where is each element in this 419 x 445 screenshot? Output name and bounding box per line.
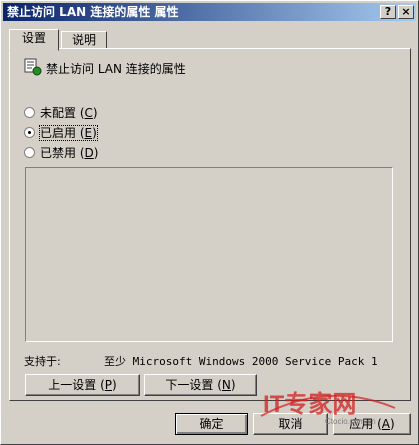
supported-value: 至少 Microsoft Windows 2000 Service Pack 1: [104, 355, 378, 368]
radio-circle-selected: [24, 127, 35, 138]
tab-settings[interactable]: 设置: [9, 29, 59, 51]
help-button[interactable]: ?: [380, 5, 396, 19]
apply-label: 应用: [349, 417, 374, 431]
settings-panel: 禁止访问 LAN 连接的属性 未配置 (C) 已启用 (E) 已禁用 (D) 支…: [9, 48, 411, 401]
tab-explain[interactable]: 说明: [61, 31, 107, 49]
cancel-button[interactable]: 取消: [253, 413, 328, 435]
radio-accel: E: [84, 126, 93, 140]
window-title: 禁止访问 LAN 连接的属性 属性: [7, 5, 179, 19]
radio-circle: [24, 107, 35, 118]
apply-button[interactable]: 应用 (A): [333, 413, 411, 435]
tab-settings-label: 设置: [21, 31, 46, 45]
radio-label: 已启用: [40, 126, 77, 140]
next-accel: N: [221, 378, 231, 392]
properties-dialog: 禁止访问 LAN 连接的属性 属性 ? × 设置 说明 禁止访问 LAN 连接的…: [0, 0, 419, 445]
apply-accel: A: [381, 417, 391, 431]
supported-label: 支持于:: [24, 355, 61, 368]
ok-button[interactable]: 确定: [175, 413, 248, 435]
policy-setting-icon: [24, 58, 42, 76]
supported-on: 支持于: 至少 Microsoft Windows 2000 Service P…: [24, 353, 378, 369]
radio-accel: C: [84, 106, 93, 120]
radio-disabled[interactable]: 已禁用 (D): [24, 145, 98, 161]
cancel-label: 取消: [278, 417, 303, 431]
radio-circle: [24, 147, 35, 158]
previous-accel: P: [104, 378, 113, 392]
radio-not-configured[interactable]: 未配置 (C): [24, 105, 98, 121]
close-button[interactable]: ×: [398, 5, 414, 19]
radio-accel: D: [84, 146, 94, 160]
options-area: [25, 167, 393, 342]
next-setting-button[interactable]: 下一设置 (N): [144, 374, 257, 396]
tab-explain-label: 说明: [71, 33, 96, 47]
previous-setting-label: 上一设置: [48, 378, 97, 392]
previous-setting-button[interactable]: 上一设置 (P): [25, 374, 140, 396]
policy-name: 禁止访问 LAN 连接的属性: [46, 62, 186, 76]
title-bar: 禁止访问 LAN 连接的属性 属性 ? ×: [3, 3, 416, 21]
next-setting-label: 下一设置: [165, 378, 214, 392]
radio-label: 已禁用: [40, 146, 77, 160]
radio-enabled[interactable]: 已启用 (E): [24, 125, 98, 141]
radio-label: 未配置: [40, 106, 77, 120]
ok-label: 确定: [199, 417, 224, 431]
